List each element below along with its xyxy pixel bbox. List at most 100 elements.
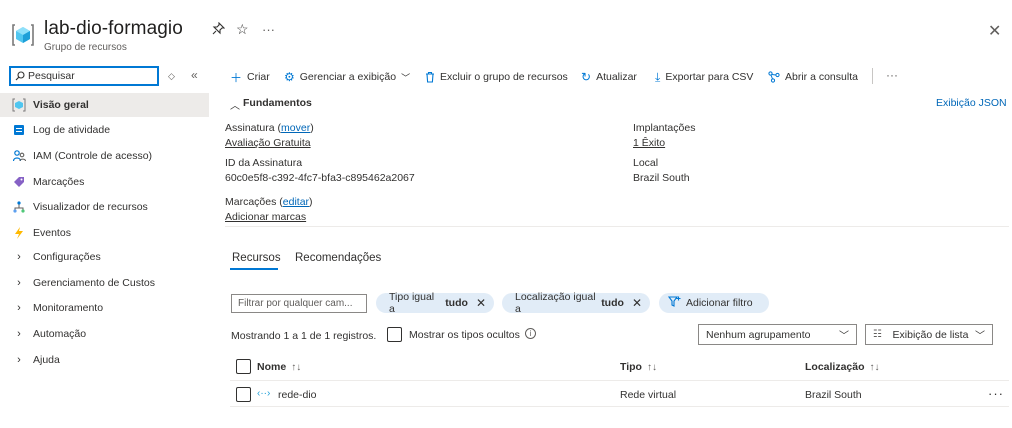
tags-edit-link[interactable]: editar — [283, 196, 309, 208]
sidebar-item-label: Visão geral — [33, 99, 89, 111]
sidebar-item-label: Gerenciamento de Custos — [33, 277, 155, 289]
type-filter-pill[interactable]: Tipo igual a tudo ✕ — [376, 291, 494, 315]
resource-visualizer-icon — [12, 200, 26, 214]
tags-label: Marcações (editar) — [225, 196, 313, 208]
column-header-location[interactable]: Localização ↑↓ — [805, 361, 880, 373]
deployments-label: Implantações — [633, 122, 696, 134]
subscription-id-value: 60c0e5f8-c392-4fc7-bfa3-c895462a2067 — [225, 172, 415, 184]
page-subtitle: Grupo de recursos — [44, 42, 127, 53]
filter-box[interactable] — [231, 294, 367, 313]
activity-log-icon — [12, 123, 26, 137]
add-filter-button[interactable]: Adicionar filtro — [659, 293, 769, 313]
sidebar-item-label: Log de atividade — [33, 124, 111, 136]
row-more-icon[interactable]: ··· — [988, 386, 1004, 401]
sort-icon: ↑↓ — [869, 362, 880, 373]
refresh-icon: ↻ — [581, 70, 592, 84]
show-hidden-checkbox[interactable] — [387, 327, 402, 342]
grouping-dropdown[interactable]: Nenhum agrupamento ﹀ — [698, 324, 857, 345]
gear-icon: ⚙ — [284, 70, 295, 84]
remove-filter-icon[interactable]: ✕ — [476, 296, 486, 310]
subscription-id-label: ID da Assinatura — [225, 157, 303, 169]
location-filter-pill[interactable]: Localização igual a tudo ✕ — [502, 291, 650, 315]
chevron-down-icon: ﹀ — [839, 331, 849, 342]
sidebar-item-ajuda[interactable]: › Ajuda — [0, 348, 209, 372]
pin-icon[interactable] — [212, 22, 225, 35]
sidebar-item-label: Marcações — [33, 176, 85, 188]
tab-recursos[interactable]: Recursos — [232, 252, 281, 264]
virtual-network-icon: ‹··› — [257, 388, 271, 399]
sidebar-item-label: Monitoramento — [33, 302, 104, 314]
column-header-type[interactable]: Tipo ↑↓ — [620, 361, 657, 373]
refresh-button[interactable]: ↻ Atualizar — [581, 69, 637, 85]
favorite-star-icon[interactable]: ☆ — [236, 21, 249, 38]
sidebar-item-label: Eventos — [33, 227, 71, 239]
subscription-value-link[interactable]: Avaliação Gratuita — [225, 137, 311, 149]
chevron-down-icon: ﹀ — [401, 72, 411, 83]
sidebar-item-log-atividade[interactable]: Log de atividade — [0, 118, 209, 142]
show-hidden-label: Mostrar os tipos ocultos — [409, 329, 520, 341]
list-view-icon: ☷ — [873, 329, 882, 340]
chevron-right-icon: › — [17, 277, 21, 289]
tab-recomendacoes[interactable]: Recomendações — [295, 252, 381, 264]
sidebar-item-label: IAM (Controle de acesso) — [33, 150, 153, 162]
info-icon[interactable]: i — [525, 328, 536, 339]
sidebar-item-visao-geral[interactable]: Visão geral — [0, 93, 209, 117]
manage-view-button[interactable]: ⚙ Gerenciar a exibição ﹀ — [284, 69, 410, 85]
sidebar-item-automacao[interactable]: › Automação — [0, 322, 209, 346]
resource-location: Brazil South — [805, 389, 862, 401]
sidebar-item-eventos[interactable]: Eventos — [0, 221, 209, 245]
sidebar-expand-icon[interactable]: ◇ — [168, 71, 175, 82]
create-button[interactable]: ＋ Criar — [230, 69, 270, 85]
json-view-link[interactable]: Exibição JSON — [936, 97, 1007, 109]
add-tags-link[interactable]: Adicionar marcas — [225, 211, 306, 223]
row-checkbox[interactable] — [236, 387, 251, 402]
sidebar-item-label: Automação — [33, 328, 87, 340]
search-icon — [15, 71, 25, 81]
close-icon[interactable]: ✕ — [988, 21, 1001, 41]
sidebar-item-gerenciamento-custos[interactable]: › Gerenciamento de Custos — [0, 271, 209, 295]
resource-name-link[interactable]: rede-dio — [278, 389, 317, 401]
export-csv-button[interactable]: ⤓ Exportar para CSV — [655, 69, 753, 85]
sidebar-item-iam[interactable]: IAM (Controle de acesso) — [0, 144, 209, 168]
delete-group-button[interactable]: Excluir o grupo de recursos — [425, 69, 568, 85]
chevron-down-icon: ﹀ — [975, 331, 985, 342]
sidebar-item-configuracoes[interactable]: › Configurações — [0, 245, 209, 269]
sidebar-item-monitoramento[interactable]: › Monitoramento — [0, 296, 209, 320]
table-row-divider — [230, 406, 1009, 407]
plus-icon: ＋ — [230, 70, 243, 85]
sidebar-search-field[interactable] — [28, 70, 148, 82]
header-more-icon[interactable]: ··· — [262, 22, 275, 37]
remove-filter-icon[interactable]: ✕ — [632, 296, 642, 310]
essentials-divider — [225, 226, 1009, 227]
sidebar-item-visualizador[interactable]: Visualizador de recursos — [0, 195, 209, 219]
filter-input[interactable] — [238, 298, 363, 309]
iam-people-icon — [12, 149, 26, 163]
sort-icon: ↑↓ — [646, 362, 657, 373]
sidebar-item-label: Configurações — [33, 251, 101, 263]
sidebar-search-input[interactable] — [9, 66, 159, 86]
sidebar-collapse-icon[interactable]: « — [191, 68, 198, 82]
sidebar-item-label: Ajuda — [33, 354, 60, 366]
sidebar-item-marcacoes[interactable]: Marcações — [0, 170, 209, 194]
active-tab-indicator — [230, 268, 278, 270]
subscription-move-link[interactable]: mover — [281, 122, 310, 134]
column-header-name[interactable]: Nome ↑↓ — [257, 361, 301, 373]
chevron-right-icon: › — [17, 354, 21, 366]
open-query-button[interactable]: Abrir a consulta — [768, 69, 858, 85]
add-filter-icon — [667, 296, 681, 310]
essentials-title[interactable]: Fundamentos — [243, 97, 312, 109]
select-all-checkbox[interactable] — [236, 359, 251, 374]
trash-icon — [425, 71, 435, 83]
chevron-right-icon: › — [17, 251, 21, 263]
chevron-up-icon[interactable]: ︿ — [230, 97, 240, 112]
sidebar-item-label: Visualizador de recursos — [33, 201, 148, 213]
toolbar-more-icon[interactable]: ··· — [886, 68, 898, 82]
deployments-value-link[interactable]: 1 Êxito — [633, 137, 665, 149]
view-mode-dropdown[interactable]: ☷ Exibição de lista ﹀ — [865, 324, 993, 345]
location-value: Brazil South — [633, 172, 690, 184]
query-icon — [768, 71, 780, 83]
tag-icon — [12, 175, 26, 189]
page-title: lab-dio-formagio — [44, 18, 183, 39]
table-header-divider — [230, 380, 1009, 381]
resource-type: Rede virtual — [620, 389, 677, 401]
